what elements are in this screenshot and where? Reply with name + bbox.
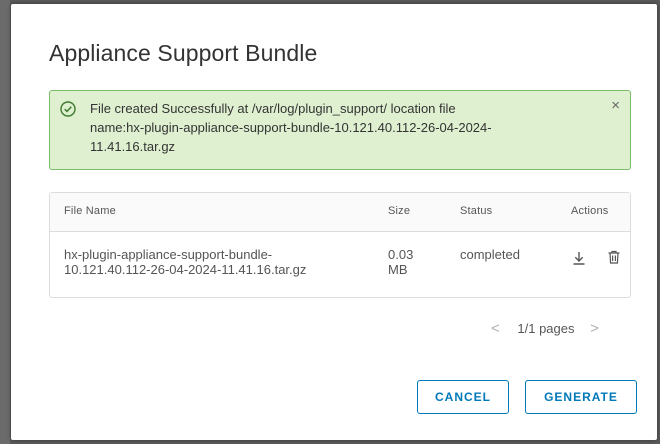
file-name-line: 10.121.40.112-26-04-2024-11.41.16.tar.gz xyxy=(64,262,307,277)
column-header-size: Size xyxy=(388,205,411,217)
alert-message-line: name:hx-plugin-appliance-support-bundle-… xyxy=(90,120,492,135)
modal-title: Appliance Support Bundle xyxy=(49,40,318,66)
size-value: 0.03 xyxy=(388,247,414,262)
status-cell: completed xyxy=(460,247,520,262)
file-name-cell: hx-plugin-appliance-support-bundle- 10.1… xyxy=(64,247,306,277)
size-cell: 0.03 MB xyxy=(388,247,413,277)
alert-message-line: 11.41.16.tar.gz xyxy=(90,139,176,154)
success-alert: File created Successfully at /var/log/pl… xyxy=(49,90,631,170)
column-header-status: Status xyxy=(460,205,493,217)
table-header: File Name Size Status Actions xyxy=(50,193,630,232)
page-indicator: 1/1 pages xyxy=(517,321,575,336)
file-name-line: hx-plugin-appliance-support-bundle- xyxy=(64,247,273,262)
next-page-button[interactable]: > xyxy=(590,320,599,337)
backdrop xyxy=(0,0,10,444)
alert-close-button[interactable]: × xyxy=(611,97,620,115)
alert-message: File created Successfully at /var/log/pl… xyxy=(90,99,590,156)
download-icon[interactable] xyxy=(571,250,587,266)
generate-button[interactable]: GENERATE xyxy=(525,380,637,414)
size-unit: MB xyxy=(388,262,408,277)
column-header-file-name: File Name xyxy=(64,205,116,217)
success-check-circle-icon xyxy=(60,101,76,117)
bundle-table: File Name Size Status Actions hx-plugin-… xyxy=(49,192,631,298)
trash-icon[interactable] xyxy=(606,249,622,265)
pagination: < 1/1 pages > xyxy=(491,320,599,337)
alert-message-line: File created Successfully at /var/log/pl… xyxy=(90,101,456,116)
prev-page-button[interactable]: < xyxy=(491,320,500,337)
column-header-actions: Actions xyxy=(571,205,609,217)
support-bundle-modal: Appliance Support Bundle File created Su… xyxy=(11,4,657,440)
table-row: hx-plugin-appliance-support-bundle- 10.1… xyxy=(50,232,630,296)
cancel-button[interactable]: CANCEL xyxy=(417,380,509,414)
